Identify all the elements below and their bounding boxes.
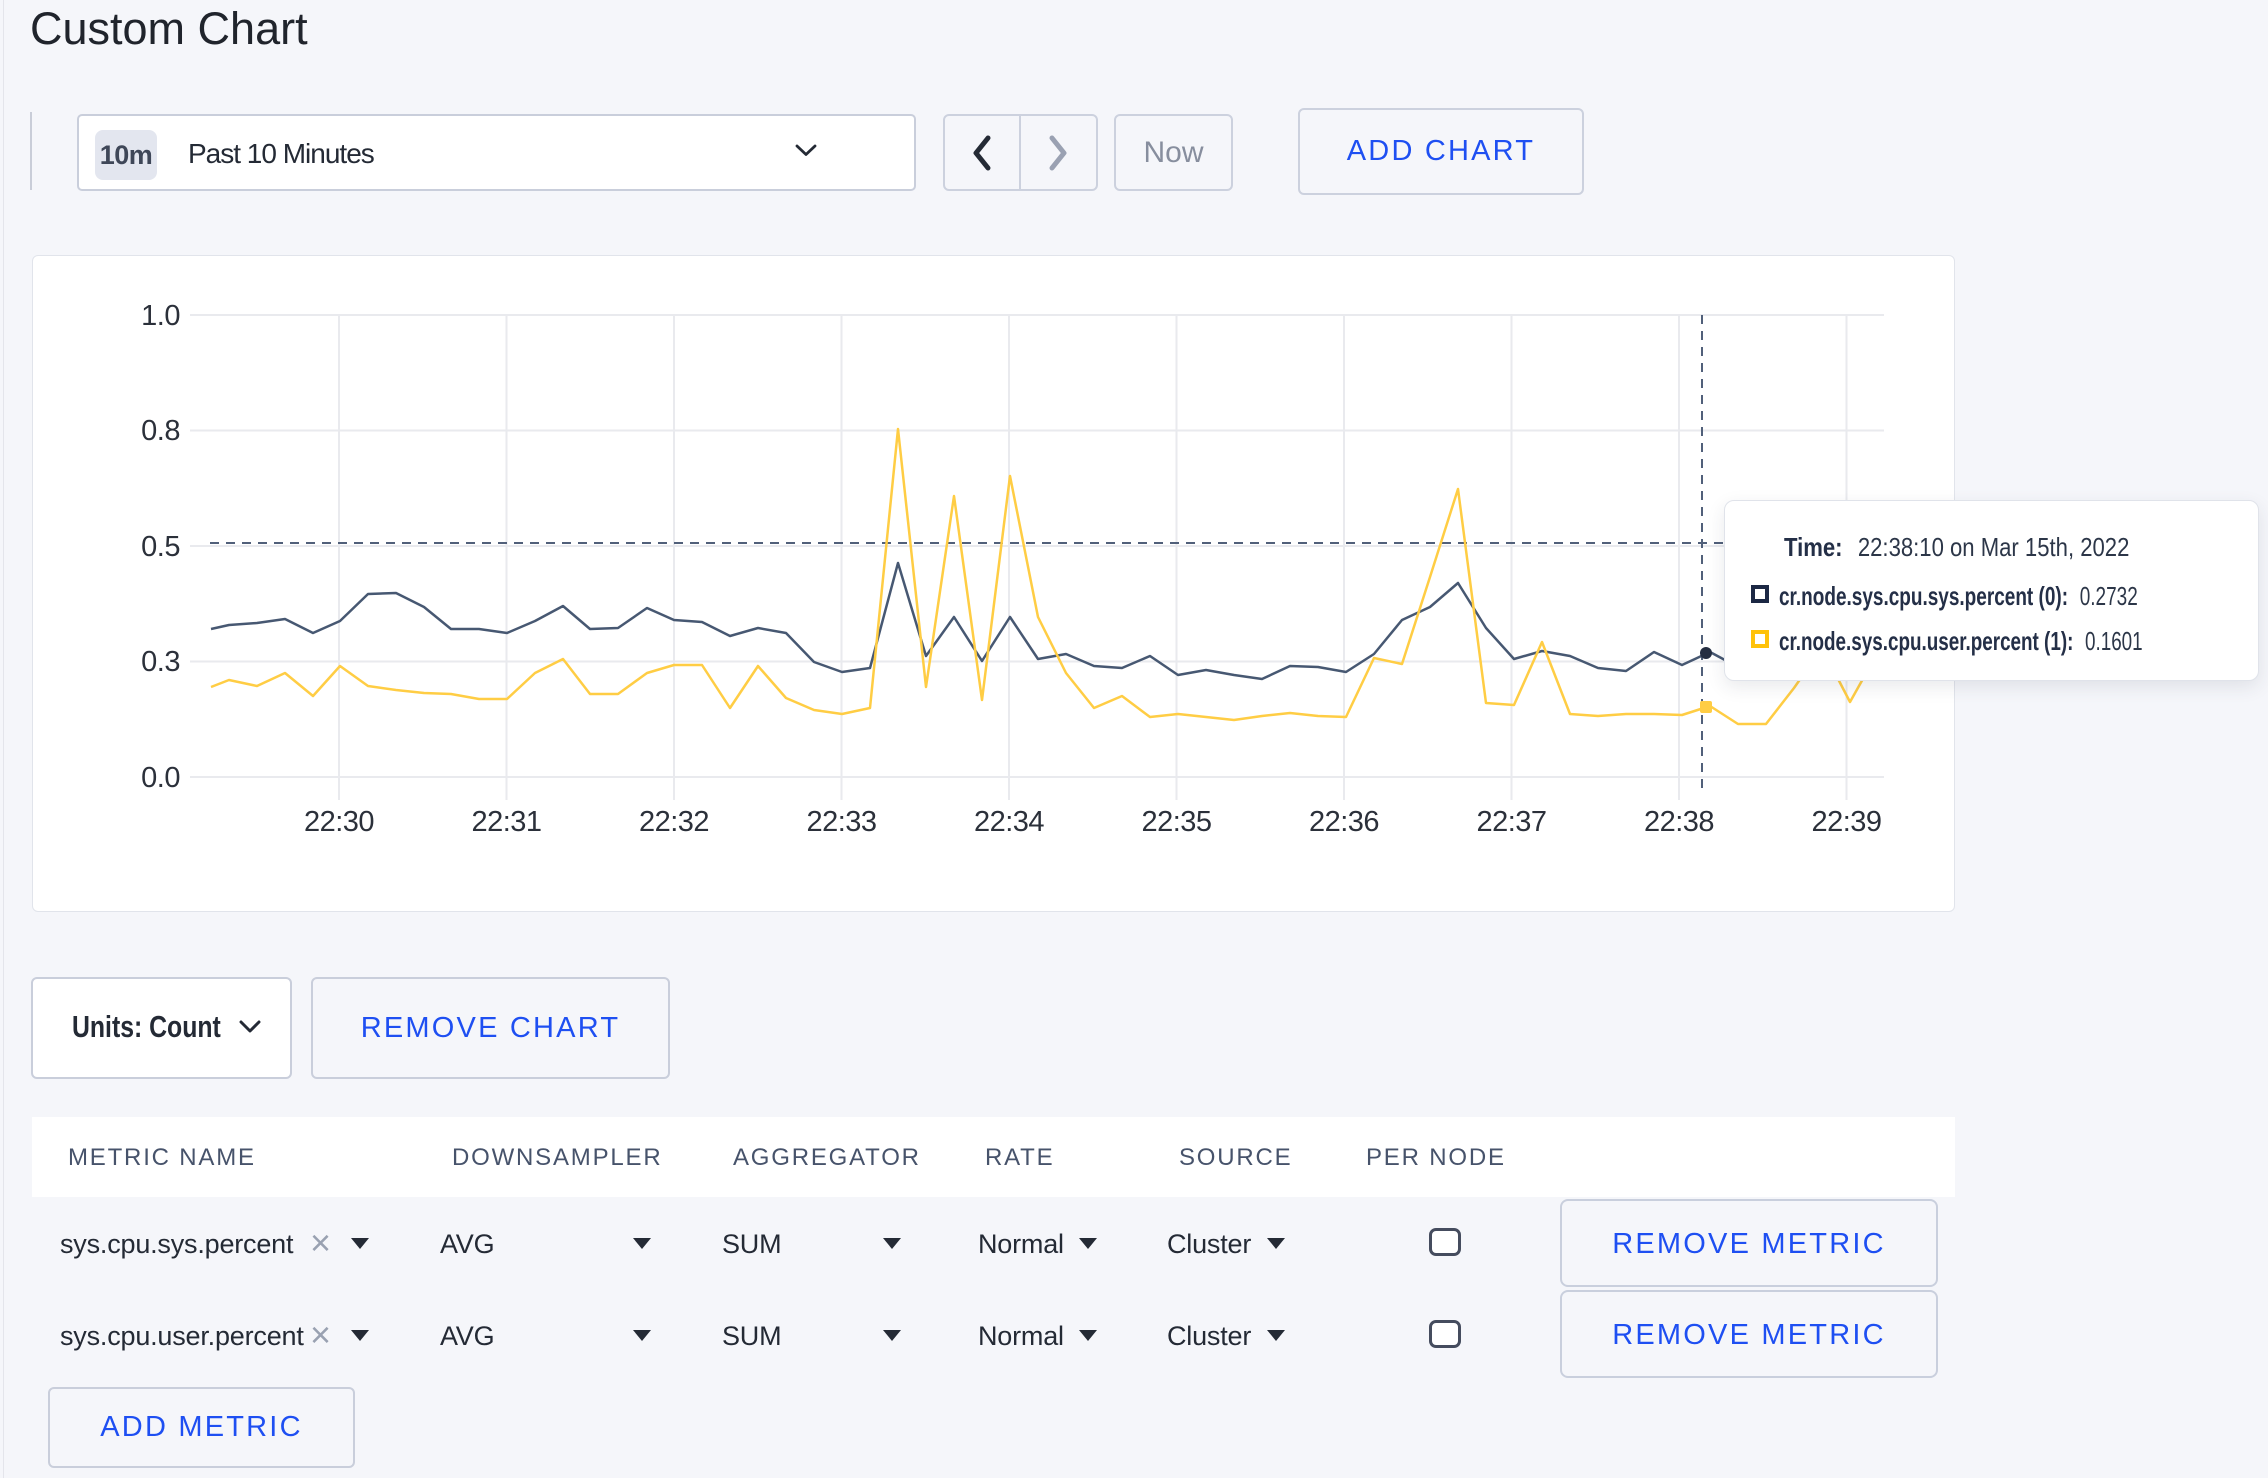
svg-text:0.3: 0.3: [141, 646, 180, 678]
svg-text:22:31: 22:31: [471, 806, 541, 838]
svg-text:0.8: 0.8: [141, 415, 180, 447]
svg-text:0.0: 0.0: [141, 762, 180, 794]
svg-text:22:34: 22:34: [974, 806, 1044, 838]
svg-text:1.0: 1.0: [141, 300, 180, 332]
svg-text:22:30: 22:30: [304, 806, 374, 838]
svg-text:22:35: 22:35: [1141, 806, 1211, 838]
svg-text:22:38: 22:38: [1644, 806, 1714, 838]
svg-text:22:32: 22:32: [639, 806, 709, 838]
svg-text:22:33: 22:33: [806, 806, 876, 838]
svg-text:22:39: 22:39: [1811, 806, 1881, 838]
svg-text:22:37: 22:37: [1476, 806, 1546, 838]
svg-text:0.5: 0.5: [141, 531, 180, 563]
svg-text:22:36: 22:36: [1309, 806, 1379, 838]
